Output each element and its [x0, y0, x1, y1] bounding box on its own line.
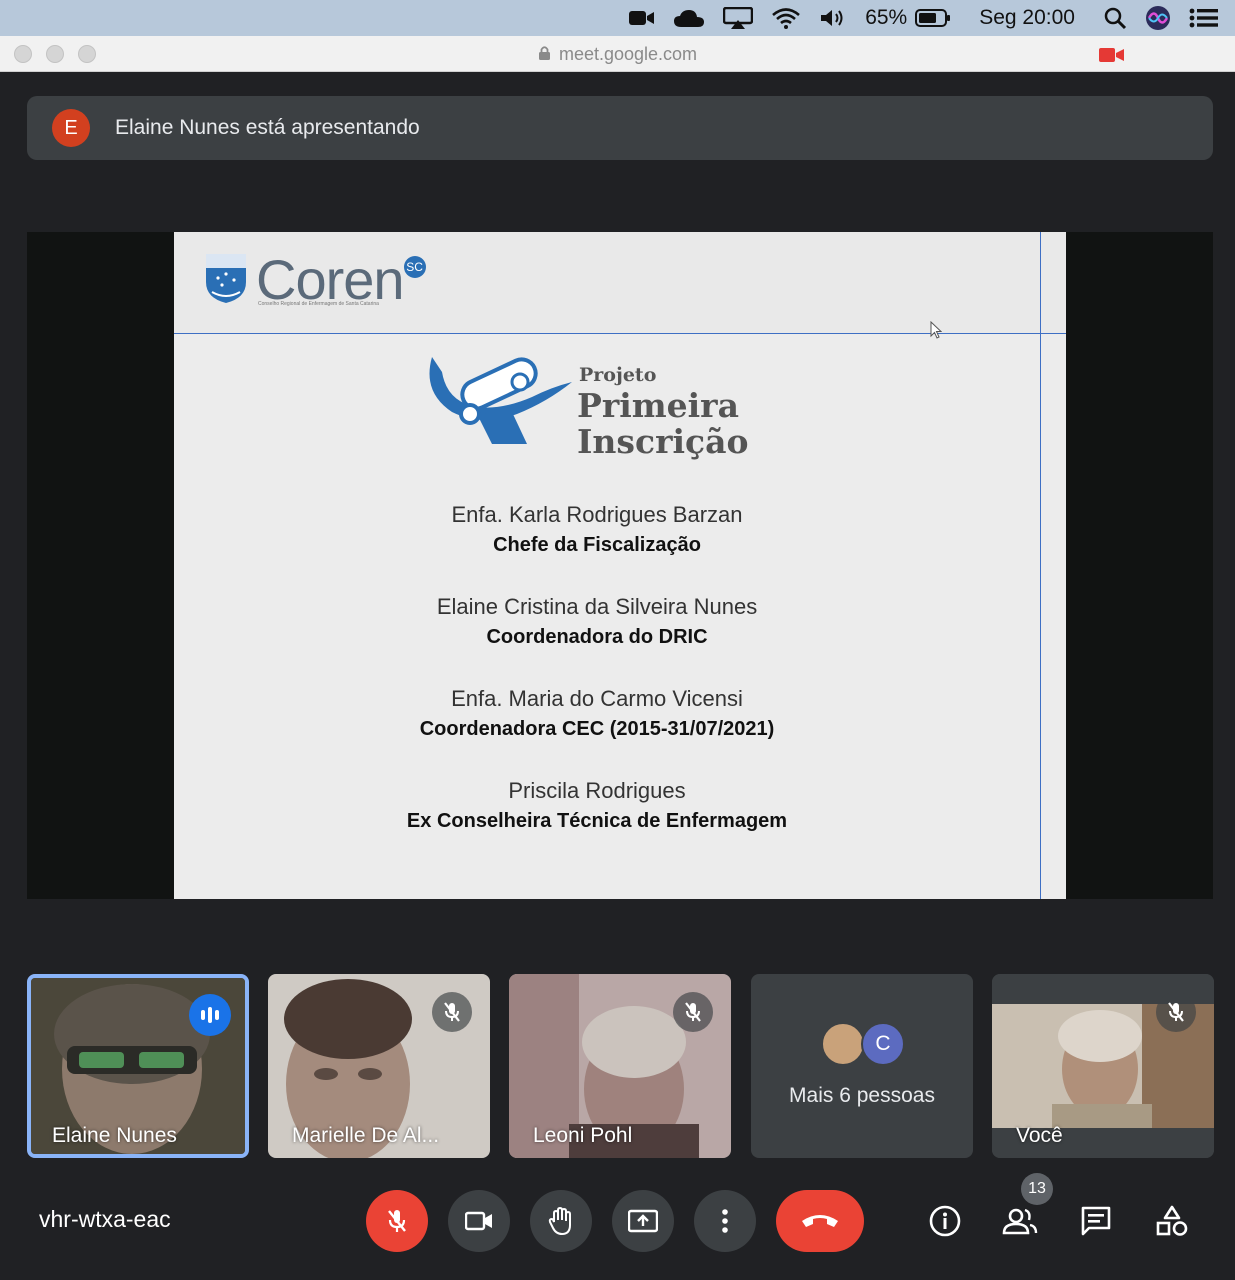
- coren-wordmark: Coren: [256, 248, 405, 311]
- leave-call-button[interactable]: [776, 1190, 864, 1252]
- slide-header: Coren SC Conselho Regional de Enfermagem…: [174, 232, 1066, 334]
- presenter-name: Priscila Rodrigues: [508, 778, 686, 803]
- presenter-avatar: E: [52, 109, 90, 147]
- hang-up-icon: [802, 1215, 838, 1227]
- menubar-clock[interactable]: Seg 20:00: [979, 6, 1075, 30]
- facetime-icon[interactable]: [629, 9, 655, 27]
- participant-name: Você: [1016, 1124, 1063, 1147]
- presenter-name: Enfa. Maria do Carmo Vicensi: [451, 686, 743, 711]
- presenter-entry: Priscila Rodrigues Ex Conselheira Técnic…: [174, 776, 1020, 836]
- camera-icon: [465, 1211, 492, 1231]
- meet-window: E Elaine Nunes está apresentando Coren S…: [0, 72, 1235, 1280]
- people-icon: [1002, 1208, 1038, 1235]
- spotlight-icon[interactable]: [1103, 6, 1127, 30]
- participant-name: Elaine Nunes: [52, 1124, 177, 1147]
- participant-tile[interactable]: Leoni Pohl: [509, 974, 731, 1158]
- presenter-text: Elaine Nunes está apresentando: [115, 116, 420, 139]
- volume-icon[interactable]: [819, 7, 847, 29]
- activities-button[interactable]: [1149, 1198, 1195, 1244]
- chat-icon: [1081, 1206, 1111, 1236]
- muted-mic-icon: [432, 992, 472, 1032]
- presenter-role: Ex Conselheira Técnica de Enfermagem: [406, 810, 788, 832]
- mouse-cursor-icon: [930, 320, 943, 344]
- chat-button[interactable]: [1073, 1198, 1119, 1244]
- more-options-button[interactable]: [694, 1190, 756, 1252]
- meeting-code: vhr-wtxa-eac: [39, 1206, 171, 1232]
- participants-button[interactable]: [997, 1198, 1043, 1244]
- meeting-details-button[interactable]: [922, 1198, 968, 1244]
- battery-icon[interactable]: [915, 8, 951, 28]
- presenter-entry: Enfa. Maria do Carmo Vicensi Coordenador…: [174, 684, 1020, 744]
- more-participants-tile[interactable]: C Mais 6 pessoas: [751, 974, 973, 1158]
- coren-shield-icon: [206, 254, 246, 303]
- lock-icon: [538, 45, 551, 66]
- hand-icon: [548, 1206, 571, 1236]
- url-text: meet.google.com: [558, 44, 698, 64]
- presenters-list: Enfa. Karla Rodrigues Barzan Chefe da Fi…: [174, 500, 1020, 868]
- more-participants-label: Mais 6 pessoas: [789, 1084, 935, 1107]
- present-screen-button[interactable]: [612, 1190, 674, 1252]
- presenter-role: Coordenadora CEC (2015-31/07/2021): [419, 718, 775, 740]
- speaking-indicator-icon: [189, 994, 231, 1036]
- camera-toggle-button[interactable]: [448, 1190, 510, 1252]
- presenter-role: Chefe da Fiscalização: [493, 534, 701, 556]
- siri-icon[interactable]: [1145, 5, 1171, 31]
- slide-guide-line: [1040, 232, 1041, 899]
- activities-shapes-icon: [1156, 1205, 1188, 1236]
- airplay-icon[interactable]: [723, 7, 754, 29]
- avatar: [821, 1022, 865, 1066]
- presenter-role: Coordenadora do DRIC: [486, 626, 708, 648]
- presenter-entry: Elaine Cristina da Silveira Nunes Coorde…: [174, 592, 1020, 652]
- participant-name: Marielle De Al...: [292, 1124, 440, 1147]
- project-title: Primeira Inscrição: [577, 388, 749, 460]
- macos-menubar: 65% Seg 20:00: [0, 0, 1235, 36]
- muted-mic-icon: [673, 992, 713, 1032]
- coren-subtitle: Conselho Regional de Enfermagem de Santa…: [258, 301, 379, 307]
- info-icon: [929, 1205, 961, 1237]
- participant-tile[interactable]: Elaine Nunes: [27, 974, 249, 1158]
- diploma-lamp-icon: [429, 357, 572, 444]
- shared-slide: Coren SC Conselho Regional de Enfermagem…: [174, 232, 1066, 899]
- self-view-tile[interactable]: Você: [992, 974, 1214, 1158]
- battery-percent: 65%: [865, 6, 908, 29]
- project-title-line2: Inscrição: [577, 422, 749, 461]
- avatar: C: [861, 1022, 905, 1066]
- muted-mic-icon: [1156, 992, 1196, 1032]
- presentation-stage: Coren SC Conselho Regional de Enfermagem…: [27, 232, 1213, 899]
- more-vert-icon: [722, 1209, 728, 1233]
- wifi-icon[interactable]: [771, 7, 801, 29]
- presenter-name: Enfa. Karla Rodrigues Barzan: [451, 502, 743, 527]
- camera-in-use-icon: [1099, 47, 1125, 68]
- participant-name: Leoni Pohl: [533, 1124, 633, 1147]
- raise-hand-button[interactable]: [530, 1190, 592, 1252]
- coren-logo: Coren SC: [204, 252, 426, 308]
- control-center-icon[interactable]: [1189, 8, 1219, 28]
- project-logo: Projeto Primeira Inscrição: [422, 352, 782, 472]
- project-title-line1: Primeira: [577, 386, 739, 425]
- mic-toggle-button[interactable]: [366, 1190, 428, 1252]
- coren-sc-badge: SC: [403, 256, 426, 278]
- presenter-entry: Enfa. Karla Rodrigues Barzan Chefe da Fi…: [174, 500, 1020, 560]
- more-participants-avatars: C: [821, 1022, 905, 1066]
- address-bar[interactable]: meet.google.com: [0, 44, 1235, 66]
- participant-tile[interactable]: Marielle De Al...: [268, 974, 490, 1158]
- present-icon: [628, 1209, 658, 1233]
- cloud-icon[interactable]: [673, 8, 705, 28]
- mic-off-icon: [388, 1210, 406, 1232]
- browser-toolbar: meet.google.com: [0, 36, 1235, 72]
- presenter-banner: E Elaine Nunes está apresentando: [27, 96, 1213, 160]
- project-label-small: Projeto: [579, 364, 657, 386]
- presenter-name: Elaine Cristina da Silveira Nunes: [436, 594, 758, 619]
